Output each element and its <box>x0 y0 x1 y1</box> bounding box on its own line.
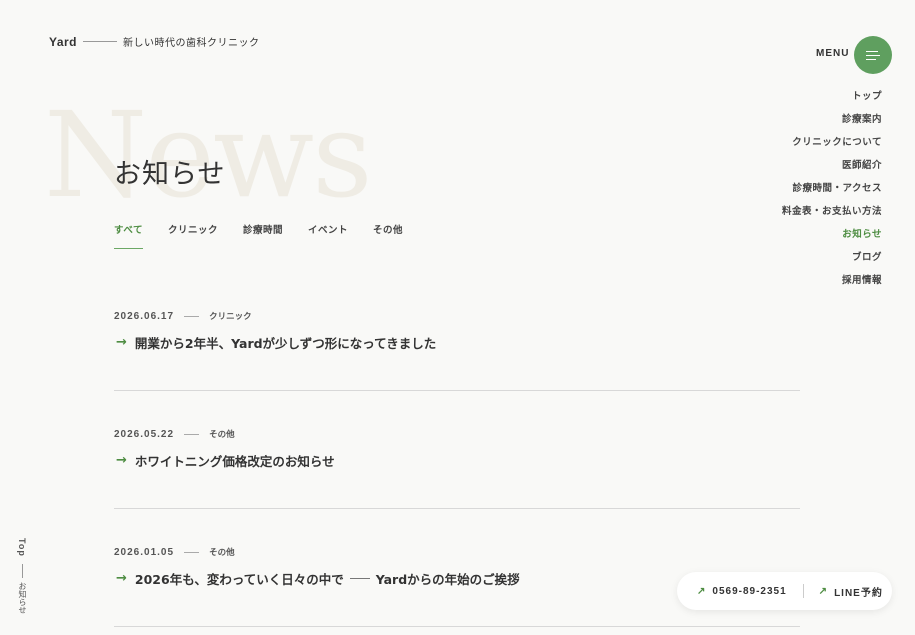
news-meta: 2026.05.22 その他 <box>114 428 235 441</box>
tab-all[interactable]: すべて <box>114 222 143 249</box>
news-title-link[interactable]: → 開業から2年半、Yardが少しずつ形になってきました <box>116 333 436 352</box>
hamburger-icon <box>866 51 878 52</box>
tab-clinic[interactable]: クリニック <box>168 222 218 249</box>
news-title-link[interactable]: → 2026年も、変わっていく日々の中で Yardからの年始のご挨拶 <box>116 569 520 588</box>
arrow-right-icon: → <box>116 571 127 586</box>
contact-divider <box>802 584 804 598</box>
nav-item-about[interactable]: クリニックについて <box>782 136 882 159</box>
line-reservation-label: LINE予約 <box>834 587 883 599</box>
logo-divider <box>83 41 118 42</box>
news-title: ホワイトニング価格改定のお知らせ <box>134 454 335 469</box>
global-nav: トップ 診療案内 クリニックについて 医師紹介 診療時間・アクセス 料金表・お支… <box>782 90 882 297</box>
arrow-up-right-icon: ↗ <box>697 585 707 597</box>
back-to-top-link[interactable]: Top <box>17 538 27 557</box>
contact-bar: ↗ 0569-89-2351 ↗ LINE予約 <box>677 572 892 610</box>
nav-item-blog[interactable]: ブログ <box>782 251 882 274</box>
line-reservation-button[interactable]: ↗ LINE予約 <box>819 584 883 599</box>
arrow-right-icon: → <box>116 453 127 468</box>
nav-item-hours-access[interactable]: 診療時間・アクセス <box>782 182 882 205</box>
site-logo[interactable]: Yard 新しい時代の歯科クリニック <box>49 34 260 50</box>
meta-divider <box>184 551 200 553</box>
menu-button[interactable] <box>854 36 892 74</box>
meta-divider <box>184 433 200 435</box>
menu-label[interactable]: MENU <box>816 48 849 59</box>
nav-item-pricing[interactable]: 料金表・お支払い方法 <box>782 205 882 228</box>
nav-item-doctors[interactable]: 医師紹介 <box>782 159 882 182</box>
news-category: クリニック <box>209 312 252 322</box>
news-title: 2026年も、変わっていく日々の中で <box>134 572 344 587</box>
news-category: その他 <box>209 548 235 558</box>
news-date: 2026.01.05 <box>114 546 175 558</box>
tab-other[interactable]: その他 <box>373 222 403 249</box>
hamburger-icon-line <box>866 59 876 60</box>
news-title-link[interactable]: → ホワイトニング価格改定のお知らせ <box>116 451 335 470</box>
news-title: 開業から2年半、Yardが少しずつ形になってきました <box>134 336 437 351</box>
news-item[interactable]: 2026.06.17 クリニック → 開業から2年半、Yardが少しずつ形になっ… <box>114 274 800 391</box>
news-meta: 2026.06.17 クリニック <box>114 310 252 323</box>
nav-item-top[interactable]: トップ <box>782 90 882 113</box>
category-tabs: すべて クリニック 診療時間 イベント その他 <box>114 222 428 249</box>
nav-item-news[interactable]: お知らせ <box>782 228 882 251</box>
tab-event[interactable]: イベント <box>308 222 348 249</box>
current-page-indicator: お知らせ <box>18 582 27 614</box>
phone-number: 0569-89-2351 <box>712 585 787 597</box>
meta-divider <box>184 315 200 317</box>
phone-button[interactable]: ↗ 0569-89-2351 <box>697 586 787 597</box>
news-date: 2026.06.17 <box>114 310 175 322</box>
arrow-up-right-icon: ↗ <box>818 585 829 597</box>
side-divider <box>22 564 23 578</box>
brand-name: Yard <box>49 34 78 49</box>
news-date: 2026.05.22 <box>114 428 175 440</box>
news-category: その他 <box>209 430 235 440</box>
hamburger-icon-line <box>866 55 880 56</box>
news-subtitle: Yardからの年始のご挨拶 <box>375 572 520 587</box>
news-meta: 2026.01.05 その他 <box>114 546 235 559</box>
tab-hours[interactable]: 診療時間 <box>243 222 283 249</box>
tagline: 新しい時代の歯科クリニック <box>123 38 260 49</box>
arrow-right-icon: → <box>116 335 127 350</box>
nav-item-services[interactable]: 診療案内 <box>782 113 882 136</box>
news-item[interactable]: 2026.05.22 その他 → ホワイトニング価格改定のお知らせ <box>114 392 800 509</box>
page-title: お知らせ <box>114 159 226 190</box>
title-divider <box>349 578 370 579</box>
